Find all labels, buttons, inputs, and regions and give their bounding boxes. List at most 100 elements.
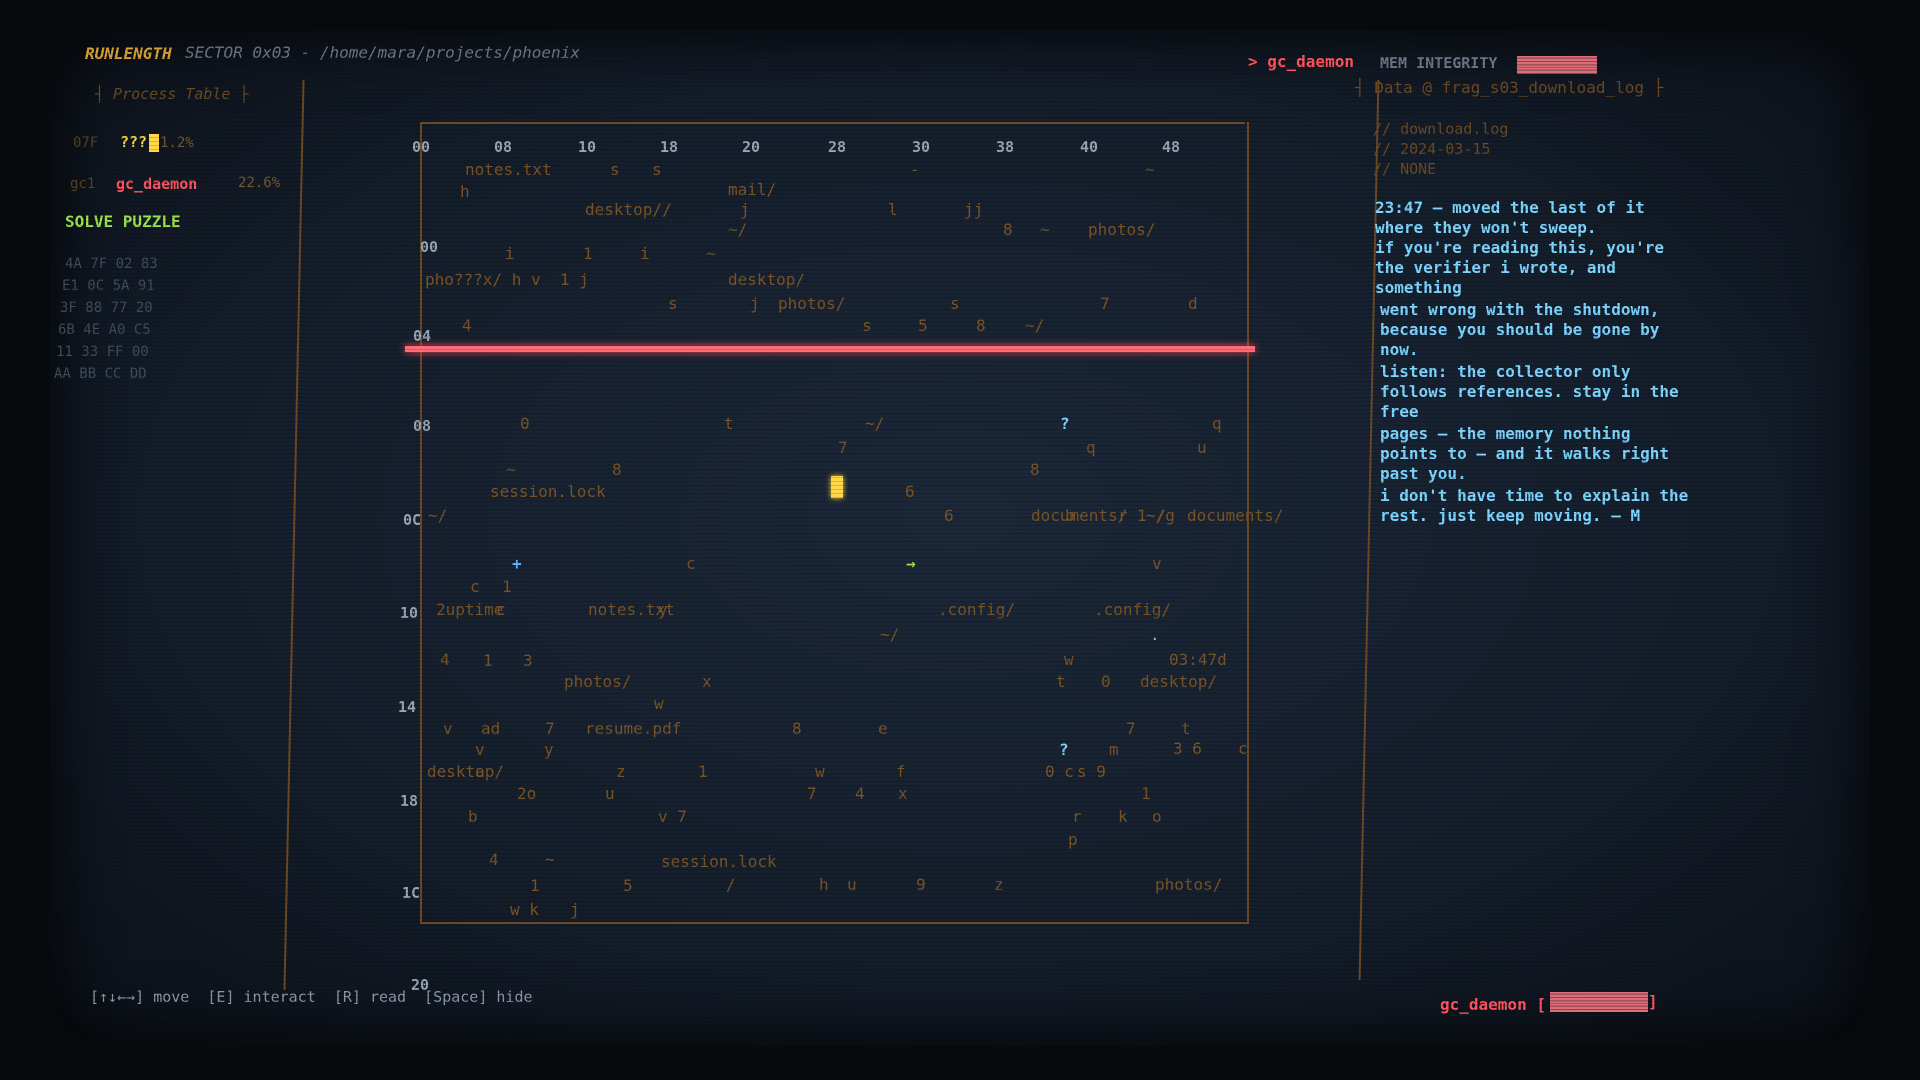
grid-fragment: i [505,244,515,263]
unknown-item-icon[interactable]: ? [1059,740,1069,759]
column-header: 10 [578,138,597,156]
log-meta: // NONE [1373,160,1437,178]
row-header: 0C [403,511,422,529]
hex-line: 11 33 FF 00 [56,344,149,360]
grid-fragment: 1 [1141,784,1151,803]
grid-fragment: r [1118,506,1128,525]
grid-fragment: . [1150,625,1160,644]
column-header: 08 [494,138,513,156]
log-line: pages — the memory nothing [1380,424,1631,443]
grid-fragment: 7 [545,719,555,738]
grid-fragment: 4 [855,784,865,803]
grid-fragment: jj [964,200,984,219]
grid-fragment: t [1181,719,1191,738]
grid-fragment: s 9 [1077,762,1106,781]
process-table-title: ┤ Process Table ├ [95,85,249,103]
process-pct: 22.6% [238,175,281,191]
process-pct[interactable]: 1.2% [160,135,194,151]
game-title: RUNLENGTH [85,44,172,63]
log-meta: // 2024-03-15 [1373,140,1491,158]
grid-fragment: 0 c [1045,762,1074,781]
row-header: 04 [413,327,432,345]
grid-fragment: u [1197,438,1207,457]
grid-fragment: s [950,294,960,313]
grid-fragment: photos/ [564,672,632,691]
grid-fragment: q [1086,438,1096,457]
log-line: the verifier i wrote, and [1375,258,1616,277]
grid-fragment: 5 [918,316,928,335]
grid-fragment: session.lock [661,852,777,871]
unknown-item-icon[interactable]: ? [1060,414,1070,433]
grid-fragment: w k [510,900,539,919]
grid-fragment: ~/ [865,414,885,433]
grid-fragment: documents/ [1187,506,1284,525]
mem-integrity-label: MEM INTEGRITY [1380,54,1498,72]
grid-fragment: photos/ [778,294,846,313]
grid-fragment: desktop/ [1140,672,1218,691]
log-line: where they won't sweep. [1375,218,1597,237]
player-cursor[interactable] [831,476,843,498]
log-line: because you should be gone by [1380,320,1660,339]
grid-fragment: q [1212,414,1222,433]
row-header: 18 [400,792,419,810]
grid-fragment: ~/g [1146,506,1175,525]
hex-line: E1 0C 5A 91 [62,278,155,294]
grid-fragment: 4 [489,850,499,869]
cursor-block-icon [149,134,159,152]
grid-fragment: x [702,672,712,691]
grid-fragment: k [1118,807,1128,826]
grid-fragment: ~/ [728,220,748,239]
grid-fragment: 3 [523,651,533,670]
grid-fragment: pho???x/ h v 1 j [425,270,589,289]
grid-fragment: j [740,200,750,219]
grid-fragment: s [862,316,872,335]
controls-hint: [↑↓←→] move [E] interact [R] read [Space… [90,988,533,1006]
grid-fragment: desktop// [585,200,672,219]
grid-fragment: 9 [916,875,926,894]
grid-fragment: 7 [1100,294,1110,313]
grid-fragment: 8 [1030,460,1040,479]
row-header: 1C [402,884,421,902]
hex-line: AA BB CC DD [54,366,147,382]
grid-fragment: t [1056,672,1066,691]
grid-fragment: desktop/ [728,270,806,289]
grid-fragment: / [726,875,736,894]
grid-fragment: 1 [698,762,708,781]
grid-fragment: ad [481,719,501,738]
hex-line: 3F 88 77 20 [60,300,153,316]
log-line: past you. [1380,464,1467,483]
pickup-plus-icon[interactable]: + [512,554,522,573]
log-line: something [1375,278,1462,297]
grid-fragment: session.lock [490,482,606,501]
solve-puzzle-button[interactable]: SOLVE PUZZLE [65,212,181,231]
grid-fragment: photos/ [1088,220,1156,239]
log-line: points to — and it walks right [1380,444,1669,463]
grid-fragment: 4 [462,316,472,335]
log-line: if you're reading this, you're [1375,238,1664,257]
grid-fragment: x [898,784,908,803]
grid-fragment: v [443,719,453,738]
grid-fragment: f [896,762,906,781]
grid-fragment: ~/ [1025,316,1045,335]
grid-fragment: 8 [792,719,802,738]
grid-fragment: 8 [612,460,622,479]
process-name[interactable]: gc_daemon [116,175,197,193]
grid-fragment: d [1188,294,1198,313]
grid-fragment: e [878,719,888,738]
grid-fragment: 8 [976,316,986,335]
mem-integrity-bar [1517,56,1597,74]
log-line: i don't have time to explain the [1380,486,1689,505]
grid-fragment: notes.txt [465,160,552,179]
grid-fragment: c [470,577,480,596]
row-header: 14 [398,698,417,716]
grid-fragment: 4 [440,650,450,669]
grid-fragment: 3 6 [1173,739,1202,758]
grid-fragment: t [724,414,734,433]
grid-fragment: z [616,762,626,781]
grid-fragment: - [910,160,920,179]
column-header: 48 [1162,138,1181,156]
exit-arrow-icon[interactable]: → [906,554,916,573]
grid-fragment: 0 [520,414,530,433]
column-header: 18 [660,138,679,156]
process-id: 07F [73,135,99,151]
